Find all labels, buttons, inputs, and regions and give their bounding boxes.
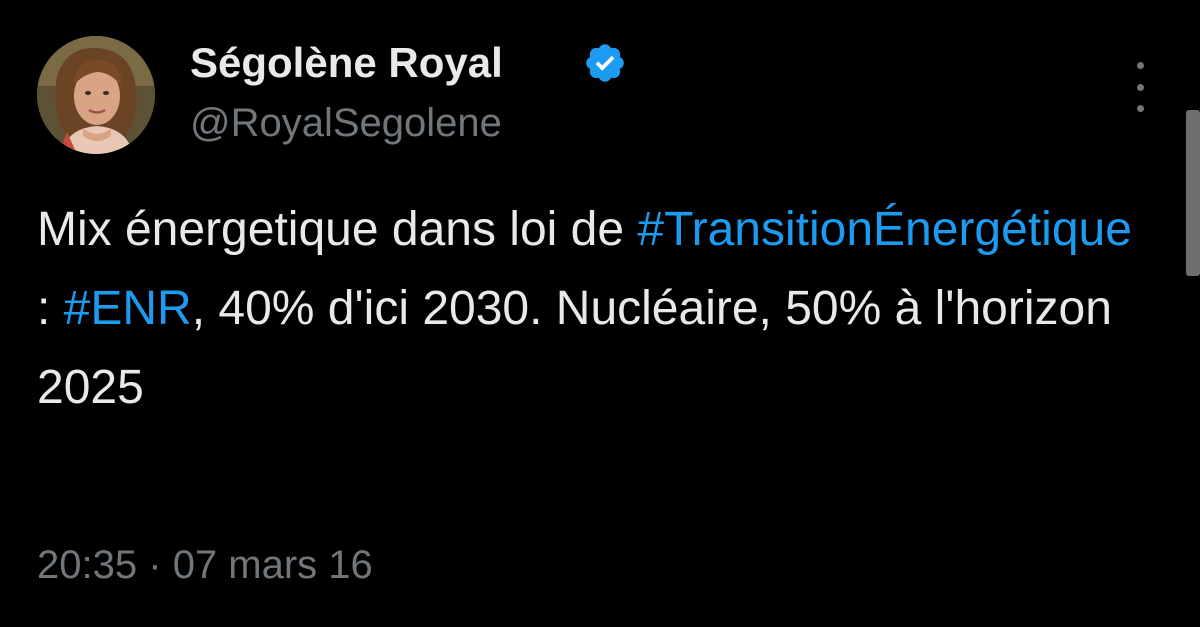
tweet-text: Mix énergetique dans loi de #TransitionÉ…: [37, 190, 1137, 427]
tweet-time: 20:35: [37, 543, 138, 587]
more-dot-icon: [1136, 62, 1144, 69]
verified-badge-icon[interactable]: [583, 41, 627, 85]
display-name[interactable]: Ségolène Royal: [190, 38, 503, 88]
tweet-text-segment: , 40% d'ici 2030. Nucléaire, 50% à l'hor…: [37, 282, 1112, 414]
tweet-date: 07 mars 16: [172, 543, 373, 587]
hashtag-link[interactable]: #ENR: [64, 282, 192, 335]
tweet-text-segment: :: [37, 282, 64, 335]
user-handle[interactable]: @RoyalSegolene: [190, 98, 502, 148]
tweet-timestamp[interactable]: 20:35 · 07 mars 16: [37, 540, 373, 590]
scrollbar[interactable]: [1186, 110, 1200, 276]
more-dot-icon: [1136, 105, 1144, 112]
avatar[interactable]: [37, 36, 155, 154]
hashtag-link[interactable]: #TransitionÉnergétique: [637, 203, 1132, 256]
avatar-photo: [37, 36, 155, 154]
more-options-icon[interactable]: [1122, 62, 1158, 112]
meta-separator: ·: [148, 543, 162, 587]
tweet-card: Ségolène Royal @RoyalSegolene Mix énerge…: [0, 0, 1200, 627]
tweet-text-segment: Mix énergetique dans loi de: [37, 203, 638, 256]
more-dot-icon: [1136, 83, 1144, 91]
